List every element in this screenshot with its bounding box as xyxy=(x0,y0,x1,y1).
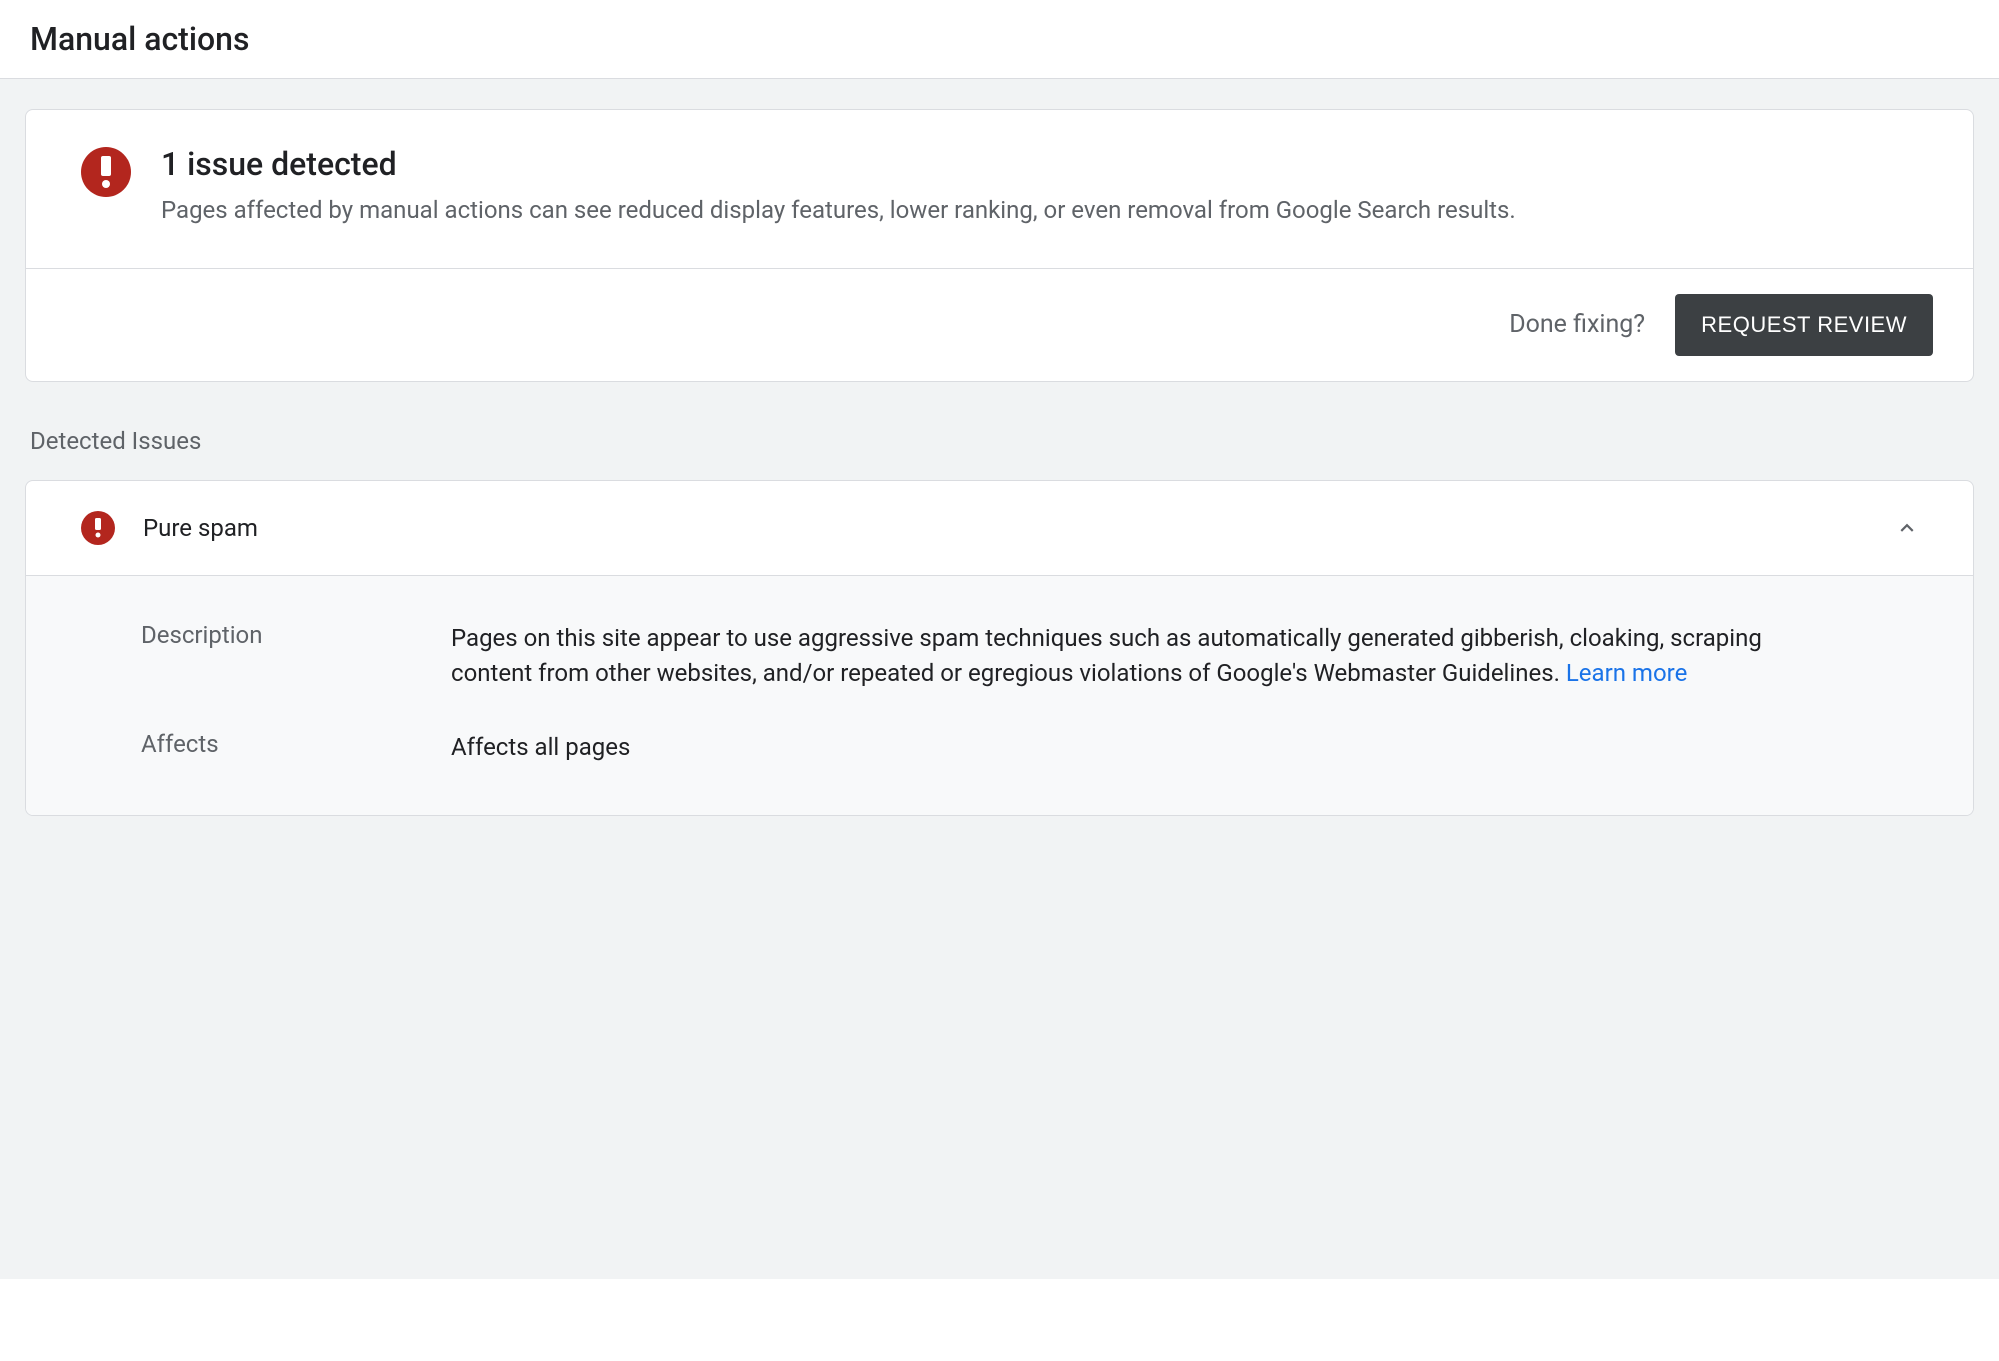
request-review-button[interactable]: REQUEST REVIEW xyxy=(1675,294,1933,356)
learn-more-link[interactable]: Learn more xyxy=(1566,659,1687,687)
issue-affects-label: Affects xyxy=(141,730,391,765)
chevron-up-icon xyxy=(1891,512,1923,544)
issue-affects-value: Affects all pages xyxy=(451,730,630,765)
summary-description: Pages affected by manual actions can see… xyxy=(161,193,1516,228)
issue-description-row: Description Pages on this site appear to… xyxy=(141,621,1923,691)
issue-description-value: Pages on this site appear to use aggress… xyxy=(451,621,1811,691)
page-title: Manual actions xyxy=(30,20,1969,58)
summary-card-top: 1 issue detected Pages affected by manua… xyxy=(26,110,1973,268)
alert-icon xyxy=(81,511,115,545)
page-header: Manual actions xyxy=(0,0,1999,79)
issue-description-label: Description xyxy=(141,621,391,691)
issue-affects-row: Affects Affects all pages xyxy=(141,730,1923,765)
issue-header[interactable]: Pure spam xyxy=(26,481,1973,575)
summary-card: 1 issue detected Pages affected by manua… xyxy=(25,109,1974,382)
detected-issues-label: Detected Issues xyxy=(30,427,1974,455)
summary-title: 1 issue detected xyxy=(161,145,1516,183)
summary-text: 1 issue detected Pages affected by manua… xyxy=(161,145,1516,228)
action-bar: Done fixing? REQUEST REVIEW xyxy=(26,268,1973,381)
issue-body: Description Pages on this site appear to… xyxy=(26,575,1973,815)
action-prompt: Done fixing? xyxy=(1509,310,1645,339)
alert-icon xyxy=(81,147,131,197)
issue-card: Pure spam Description Pages on this site… xyxy=(25,480,1974,816)
page-content: 1 issue detected Pages affected by manua… xyxy=(0,79,1999,1279)
issue-title: Pure spam xyxy=(143,514,1863,542)
